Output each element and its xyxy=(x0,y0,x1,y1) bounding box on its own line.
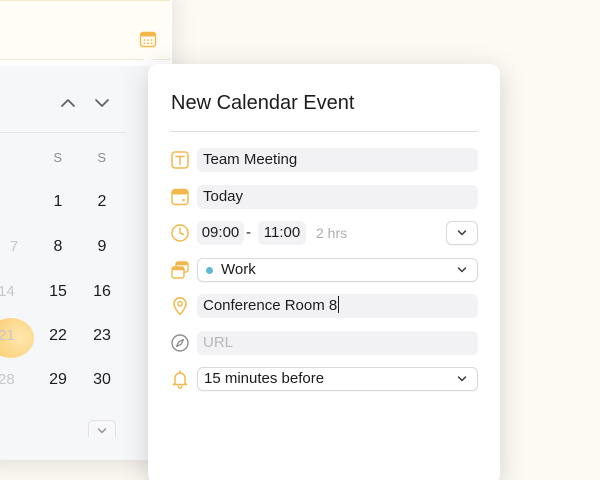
calendar-color-dot xyxy=(206,267,213,274)
duration-label: 2 hrs xyxy=(316,225,348,241)
calendar-stack-icon xyxy=(171,261,189,279)
calendar-day[interactable]: 30 xyxy=(87,371,117,389)
bell-icon xyxy=(172,370,188,389)
new-event-popover: New Calendar Event Team Meeting Today 09… xyxy=(148,64,500,480)
text-cursor xyxy=(338,296,340,313)
month-grid-panel xyxy=(0,66,150,460)
calendar-day-faded[interactable]: 14 xyxy=(0,283,15,300)
url-input[interactable]: URL xyxy=(197,331,478,355)
chevron-down-icon xyxy=(457,230,467,236)
previous-month-chevron-up-icon[interactable] xyxy=(60,96,76,110)
next-month-chevron-down-icon[interactable] xyxy=(94,96,110,110)
calendar-day[interactable]: 29 xyxy=(43,371,73,389)
clock-icon xyxy=(171,224,189,242)
calendar-day[interactable]: 9 xyxy=(87,238,117,256)
compass-icon xyxy=(171,334,189,352)
calendar-day[interactable]: 16 xyxy=(87,283,117,301)
calendar-day-faded[interactable]: 28 xyxy=(0,371,15,388)
calendar-day[interactable]: 15 xyxy=(43,283,73,301)
event-date-field[interactable]: Today xyxy=(197,185,478,209)
chevron-down-icon xyxy=(97,428,107,434)
start-time-field[interactable]: 09:00 xyxy=(197,221,244,245)
calendar-header-divider xyxy=(0,132,126,133)
location-text: Conference Room 8 xyxy=(203,297,338,314)
calendar-day[interactable]: 1 xyxy=(43,193,73,211)
popover-title: New Calendar Event xyxy=(171,92,355,114)
popover-arrow xyxy=(140,53,156,65)
alert-select[interactable]: 15 minutes before xyxy=(197,367,478,391)
location-pin-icon xyxy=(173,297,187,316)
chevron-down-icon xyxy=(457,376,467,382)
weekday-header-sunday: S xyxy=(97,150,107,165)
event-title-input[interactable]: Team Meeting xyxy=(197,148,478,172)
calendar-day-faded[interactable]: 7 xyxy=(7,238,21,255)
calendar-day[interactable]: 22 xyxy=(43,327,73,345)
screen: S S 1 2 7 8 9 14 15 16 21 22 23 28 29 30… xyxy=(0,0,600,480)
chevron-down-icon xyxy=(457,267,467,273)
calendar-icon[interactable] xyxy=(139,30,157,48)
title-divider xyxy=(170,131,478,132)
calendar-day[interactable]: 2 xyxy=(87,193,117,211)
location-input[interactable]: Conference Room 8 xyxy=(197,294,478,318)
weekday-header-saturday: S xyxy=(53,150,63,165)
end-time-field[interactable]: 11:00 xyxy=(258,221,306,245)
calendar-icon xyxy=(171,188,189,206)
text-t-icon xyxy=(171,151,189,169)
calendar-day-faded[interactable]: 21 xyxy=(0,327,15,344)
time-options-dropdown[interactable] xyxy=(446,221,478,245)
calendar-select[interactable]: Work xyxy=(197,258,478,282)
calendar-day[interactable]: 23 xyxy=(87,327,117,345)
time-separator: - xyxy=(246,224,251,241)
calendar-select-label: Work xyxy=(221,261,256,278)
view-dropdown[interactable] xyxy=(88,420,116,437)
alert-select-label: 15 minutes before xyxy=(204,370,325,387)
calendar-day[interactable]: 8 xyxy=(43,238,73,256)
